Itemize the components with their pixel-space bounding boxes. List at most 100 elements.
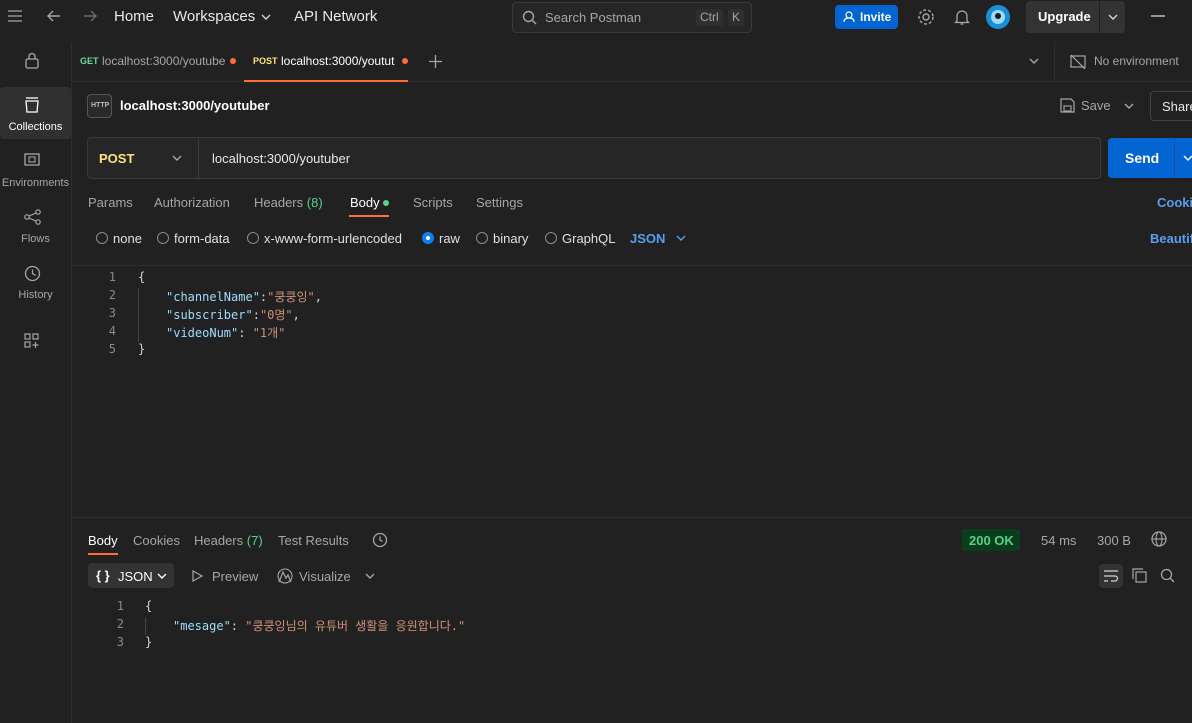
request-body-editor[interactable]: 1 2 3 4 5 { "channelName":"쿵쿵잉", "subscr…: [72, 265, 1192, 518]
nav-workspaces[interactable]: Workspaces: [173, 8, 255, 25]
tab-body[interactable]: Body: [350, 195, 380, 210]
line-number: 2: [116, 617, 124, 631]
tab-params[interactable]: Params: [88, 195, 133, 210]
lock-icon[interactable]: [24, 52, 40, 69]
tab-settings[interactable]: Settings: [476, 195, 523, 210]
response-format-label: JSON: [118, 569, 153, 584]
response-format-select[interactable]: { } JSON: [88, 563, 174, 588]
chevron-down-icon[interactable]: [1108, 14, 1118, 21]
visualize-button[interactable]: Visualize: [299, 569, 351, 584]
tab-get-youtube[interactable]: GET localhost:3000/youtube: [72, 42, 242, 82]
send-button[interactable]: Send: [1108, 138, 1192, 178]
share-button[interactable]: Share: [1150, 91, 1192, 121]
response-tab-test-results[interactable]: Test Results: [278, 533, 349, 548]
chevron-down-icon[interactable]: [1029, 58, 1039, 65]
search-icon: [522, 10, 537, 25]
nav-api-network[interactable]: API Network: [294, 8, 377, 25]
radio-form-data-label[interactable]: form-data: [174, 231, 230, 246]
chevron-down-icon[interactable]: [1124, 103, 1134, 110]
shortcut-key-k: K: [728, 9, 745, 26]
tab-authorization[interactable]: Authorization: [154, 195, 230, 210]
play-icon[interactable]: [192, 570, 203, 582]
tab-post-youtuber[interactable]: POST localhost:3000/youtut: [244, 42, 408, 82]
body-indicator-dot: [383, 200, 389, 206]
copy-icon[interactable]: [1132, 568, 1147, 583]
gear-icon[interactable]: [917, 8, 935, 26]
history-icon: [24, 265, 41, 282]
radio-urlencoded-label[interactable]: x-www-form-urlencoded: [264, 231, 402, 246]
globe-icon[interactable]: [1151, 531, 1167, 547]
visualize-icon[interactable]: [277, 568, 293, 584]
add-widget-icon[interactable]: [24, 333, 40, 349]
divider: [1099, 1, 1100, 33]
radio-raw[interactable]: [422, 232, 434, 244]
search-input[interactable]: Search Postman Ctrl K: [512, 2, 752, 33]
chevron-down-icon[interactable]: [1183, 155, 1192, 162]
add-user-icon: [843, 11, 855, 23]
tab-headers[interactable]: Headers (8): [254, 195, 323, 210]
radio-graphql[interactable]: [545, 232, 557, 244]
sidebar-item-label: History: [18, 289, 53, 301]
radio-urlencoded[interactable]: [247, 232, 259, 244]
environment-selector[interactable]: No environment: [1054, 42, 1192, 82]
chevron-down-icon[interactable]: [261, 14, 271, 21]
cookies-link[interactable]: Cookies: [1157, 195, 1192, 210]
plus-icon[interactable]: [429, 55, 442, 68]
request-title[interactable]: localhost:3000/youtuber: [120, 98, 270, 113]
response-tab-headers-label: Headers: [194, 533, 244, 548]
sidebar-item-environments[interactable]: Environments: [0, 143, 71, 195]
radio-form-data[interactable]: [157, 232, 169, 244]
json-key: "channelName": [166, 290, 260, 304]
code-line: }: [138, 342, 146, 356]
sidebar-item-history[interactable]: History: [0, 255, 71, 307]
minimize-icon[interactable]: [1151, 15, 1165, 17]
sidebar-item-collections[interactable]: Collections: [0, 87, 71, 139]
history-icon[interactable]: [372, 532, 388, 548]
response-tab-headers[interactable]: Headers (7): [194, 533, 263, 548]
chevron-down-icon[interactable]: [172, 155, 182, 162]
response-tab-cookies[interactable]: Cookies: [133, 533, 180, 548]
response-tab-body[interactable]: Body: [88, 533, 118, 548]
preview-button[interactable]: Preview: [212, 569, 258, 584]
http-icon: HTTP: [87, 94, 112, 118]
radio-graphql-label[interactable]: GraphQL: [562, 231, 615, 246]
nav-home[interactable]: Home: [114, 8, 154, 25]
invite-button[interactable]: Invite: [835, 5, 898, 29]
radio-raw-label[interactable]: raw: [439, 231, 460, 246]
forward-arrow-icon[interactable]: [83, 10, 97, 22]
line-number: 3: [108, 306, 116, 320]
radio-none[interactable]: [96, 232, 108, 244]
search-icon[interactable]: [1160, 568, 1175, 583]
shortcut-key-ctrl: Ctrl: [696, 9, 723, 26]
url-bar: POST localhost:3000/youtuber: [87, 137, 1101, 179]
indent-guide: [145, 617, 146, 635]
sidebar-item-label: Collections: [8, 121, 63, 133]
chevron-down-icon[interactable]: [365, 573, 375, 580]
line-number: 2: [108, 288, 116, 302]
response-size[interactable]: 300 B: [1097, 533, 1131, 548]
menu-icon[interactable]: [8, 10, 22, 22]
response-time[interactable]: 54 ms: [1041, 533, 1076, 548]
json-key: "mesage": [173, 619, 231, 633]
bell-icon[interactable]: [954, 8, 970, 26]
radio-binary-label[interactable]: binary: [493, 231, 528, 246]
body-format-select[interactable]: JSON: [630, 231, 665, 246]
sidebar-item-flows[interactable]: Flows: [0, 199, 71, 251]
radio-binary[interactable]: [476, 232, 488, 244]
environment-label: No environment: [1094, 54, 1179, 68]
sidebar-item-label: Flows: [21, 233, 50, 245]
wrap-lines-button[interactable]: [1099, 564, 1123, 588]
radio-none-label[interactable]: none: [113, 231, 142, 246]
tab-scripts[interactable]: Scripts: [413, 195, 453, 210]
headers-count: (8): [306, 195, 323, 210]
beautify-button[interactable]: Beautify: [1150, 231, 1192, 246]
url-input[interactable]: localhost:3000/youtuber: [212, 151, 350, 166]
method-select[interactable]: POST: [99, 151, 134, 166]
upgrade-button[interactable]: Upgrade: [1026, 1, 1125, 33]
code-line: "mesage": "쿵쿵잉님의 유튜버 생활을 응원합니다.": [173, 619, 466, 633]
response-body-viewer[interactable]: 1 2 3 { "mesage": "쿵쿵잉님의 유튜버 생활을 응원합니다."…: [72, 596, 1192, 656]
avatar-icon[interactable]: [986, 5, 1010, 29]
chevron-down-icon[interactable]: [676, 235, 686, 242]
back-arrow-icon[interactable]: [47, 10, 61, 22]
code-line: {: [138, 270, 146, 284]
